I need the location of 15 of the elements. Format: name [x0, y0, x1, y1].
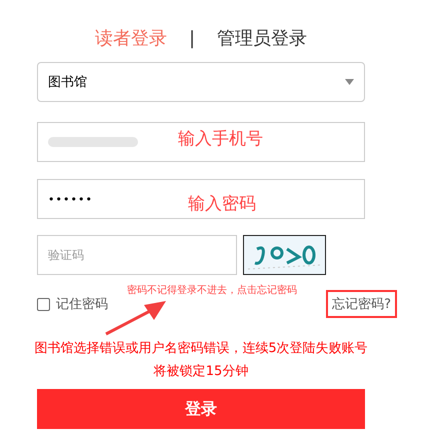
checkbox[interactable]	[37, 298, 50, 310]
caret-icon	[345, 79, 354, 85]
warning-text: 图书馆选择错误或用户名密码错误，连续5次登陆失败账号	[33, 340, 369, 358]
captcha-field[interactable]: 验证码	[37, 235, 237, 275]
password-field[interactable]: •••••• 输入密码	[37, 179, 365, 219]
annotation-label: 输入密码	[188, 193, 256, 215]
annotation-label: 输入手机号	[178, 128, 263, 150]
login-tab[interactable]: 管理员登录	[217, 26, 308, 50]
forgot-password-link[interactable]: 忘记密码?	[326, 290, 397, 318]
warning-text: 将被锁定15分钟	[152, 363, 250, 381]
login-button[interactable]: 登录	[37, 389, 365, 429]
library-select[interactable]: 图书馆	[37, 62, 365, 102]
tab-separator: |	[188, 28, 196, 48]
annotation-text: 密码不记得登录不进去，点击忘记密码	[126, 284, 298, 296]
remember-label: 记住密码	[56, 296, 108, 313]
